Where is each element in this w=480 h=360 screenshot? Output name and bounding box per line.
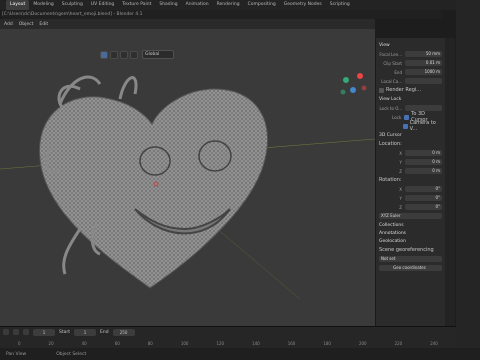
focal-length-label: Focal Len...	[379, 51, 402, 57]
outliner-panel[interactable]	[456, 0, 480, 360]
view-section-title[interactable]: View	[379, 43, 442, 48]
3d-viewport[interactable]: Global	[0, 29, 375, 326]
timeline-tick-label: 120	[216, 340, 225, 346]
end-frame-field[interactable]: 250	[112, 328, 135, 336]
object-menu[interactable]: Object	[19, 22, 34, 27]
loc-x-label: X	[399, 150, 402, 156]
rotation-label: Rotation:	[379, 177, 402, 183]
loc-y-label: Y	[399, 159, 402, 165]
start-frame-field[interactable]: 1	[74, 328, 96, 336]
location-label: Location:	[379, 141, 402, 147]
timeline-tick-label: 80	[147, 340, 153, 346]
loc-z-label: Z	[399, 168, 402, 174]
navigation-gizmo[interactable]	[338, 70, 368, 100]
rot-y-label: Y	[399, 195, 402, 201]
rotation-mode-select[interactable]: XYZ Euler	[379, 213, 442, 219]
current-frame-field[interactable]: 1	[33, 328, 55, 336]
status-object-select: Object Select	[56, 351, 87, 357]
viewport-header: Add Object Edit	[0, 19, 375, 29]
rot-x-field[interactable]: 0°	[405, 186, 442, 192]
timeline-tick-label: 200	[358, 340, 367, 346]
loc-x-field[interactable]: 0 m	[405, 150, 442, 156]
rot-z-label: Z	[399, 204, 402, 210]
timeline: 1 Start 1 End 250 0 20 40 60 80 100 120 140 160 1…	[0, 326, 456, 348]
3d-cursor-title[interactable]: 3D Cursor	[379, 133, 442, 138]
view-lock-title[interactable]: View Lock	[379, 97, 442, 102]
lock-3d-cursor-checkbox[interactable]	[404, 114, 410, 120]
annotations-section[interactable]: Annotations	[379, 231, 442, 236]
loc-z-field[interactable]: 0 m	[405, 168, 442, 174]
local-camera-field[interactable]	[405, 78, 442, 84]
scene-georeferencing-label: Scene georeferencing	[379, 247, 434, 253]
rot-x-label: X	[399, 186, 402, 192]
lock-label: Lock	[392, 114, 402, 120]
geolocation-title[interactable]: Geolocation	[379, 239, 442, 244]
edit-menu[interactable]: Edit	[39, 22, 48, 27]
camera-to-view-label: Camera to V...	[409, 120, 436, 132]
tab-modeling[interactable]: Modeling	[29, 0, 57, 10]
tab-scripting[interactable]: Scripting	[326, 0, 354, 10]
focal-length-field[interactable]: 50 mm	[405, 51, 442, 57]
geo-not-set-field[interactable]: Not set	[379, 256, 442, 262]
timeline-tick-label: 20	[48, 340, 54, 346]
status-bar: Pan View Object Select	[0, 348, 480, 360]
tab-layout[interactable]: Layout	[6, 0, 30, 10]
local-camera-label: Local Ca...	[381, 78, 402, 84]
tab-compositing[interactable]: Compositing	[244, 0, 280, 10]
n-panel-tabs[interactable]	[445, 38, 455, 326]
timeline-tick-label: 160	[287, 340, 296, 346]
n-panel: View Focal Len... 50 mm Clip Start 0.01 m …	[375, 38, 445, 326]
tab-texture-paint[interactable]: Texture Paint	[118, 0, 155, 10]
timeline-tick-label: 220	[394, 340, 403, 346]
rot-y-field[interactable]: 0°	[405, 195, 442, 201]
clip-start-field[interactable]: 0.01 m	[405, 60, 442, 66]
timeline-tick-label: 60	[114, 340, 120, 346]
timeline-tick-label: 180	[323, 340, 331, 346]
timeline-tick-label: 140	[252, 340, 260, 346]
status-pan-view: Pan View	[6, 351, 27, 357]
clip-start-label: Clip Start	[383, 60, 402, 66]
timeline-tick-label: 240	[430, 340, 438, 346]
clip-end-label: End	[394, 69, 402, 75]
start-frame-label: Start	[59, 329, 70, 335]
jump-end-icon[interactable]	[23, 329, 29, 335]
timeline-tick-label: 0	[18, 340, 21, 346]
clip-end-field[interactable]: 1000 m	[405, 69, 442, 75]
render-region-checkbox[interactable]	[379, 87, 384, 93]
tab-animation[interactable]: Animation	[182, 0, 213, 10]
render-region-label: Render Regi...	[386, 87, 422, 93]
end-frame-label: End	[100, 329, 109, 335]
loc-y-field[interactable]: 0 m	[405, 159, 442, 165]
tab-uv-editing[interactable]: UV Editing	[87, 0, 118, 10]
rot-z-field[interactable]: 0°	[405, 204, 442, 210]
camera-to-view-checkbox[interactable]	[403, 123, 408, 129]
tab-rendering[interactable]: Rendering	[213, 0, 244, 10]
workspace-tabs-bar: Layout Modeling Sculpting UV Editing Texture…	[0, 0, 480, 10]
timeline-tick-label: 100	[180, 340, 189, 346]
lock-object-label: Lock to O...	[379, 105, 402, 111]
play-icon[interactable]	[13, 329, 19, 335]
tab-geometry-nodes[interactable]: Geometry Nodes	[280, 0, 326, 10]
tab-shading[interactable]: Shading	[155, 0, 181, 10]
jump-start-icon[interactable]	[3, 329, 9, 335]
collections-section[interactable]: Collections	[379, 223, 442, 228]
tab-sculpting[interactable]: Sculpting	[58, 0, 87, 10]
geo-coordinates-button[interactable]: Geo coordinates	[379, 265, 442, 271]
file-path: [C:\Users\dc\Documents\gem\heart_emoji.b…	[2, 10, 442, 19]
heart-mesh	[0, 75, 375, 300]
add-menu[interactable]: Add	[4, 22, 13, 27]
timeline-tick-label: 40	[81, 340, 87, 346]
